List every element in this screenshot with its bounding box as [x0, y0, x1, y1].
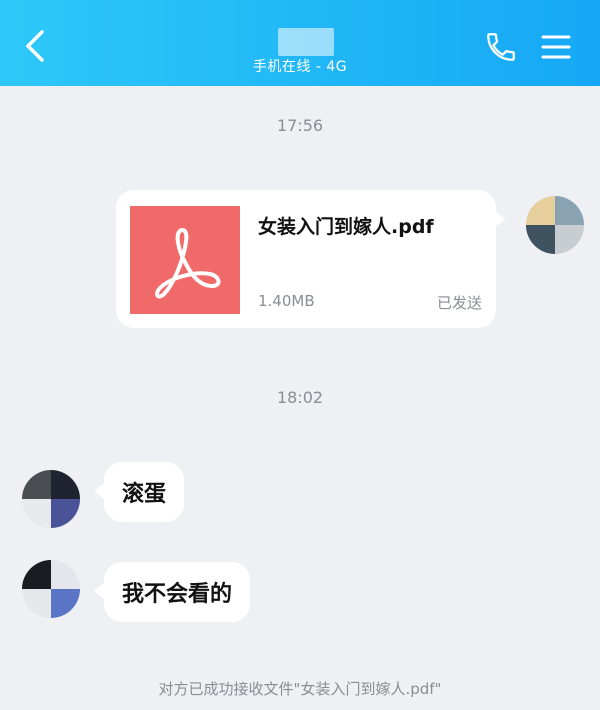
- menu-icon: [541, 35, 571, 59]
- my-avatar[interactable]: [526, 196, 584, 254]
- file-name: 女装入门到嫁人.pdf: [258, 216, 434, 238]
- file-sent-status: 已发送: [436, 294, 482, 312]
- phone-icon: [487, 33, 515, 61]
- message-timestamp: 18:02: [276, 388, 324, 407]
- bubble-tail: [494, 210, 505, 228]
- received-message[interactable]: 我不会看的: [94, 562, 251, 622]
- chat-header: 手机在线 - 4G: [0, 0, 600, 86]
- call-button[interactable]: [484, 30, 518, 64]
- message-text: 我不会看的: [122, 582, 233, 607]
- message-text: 滚蛋: [122, 482, 167, 507]
- received-message[interactable]: 滚蛋: [94, 462, 185, 522]
- contact-avatar[interactable]: [22, 560, 80, 618]
- contact-avatar[interactable]: [22, 470, 80, 528]
- pdf-icon: [130, 206, 240, 314]
- file-received-notice: 对方已成功接收文件"女装入门到嫁人.pdf": [158, 680, 442, 698]
- file-size: 1.40MB: [258, 292, 315, 310]
- file-message[interactable]: 女装入门到嫁人.pdf 1.40MB 已发送: [116, 190, 505, 328]
- bubble-tail: [94, 582, 105, 600]
- menu-button[interactable]: [540, 32, 572, 62]
- contact-name[interactable]: [278, 28, 334, 56]
- message-timestamp: 17:56: [276, 116, 324, 135]
- bubble-tail: [94, 482, 105, 500]
